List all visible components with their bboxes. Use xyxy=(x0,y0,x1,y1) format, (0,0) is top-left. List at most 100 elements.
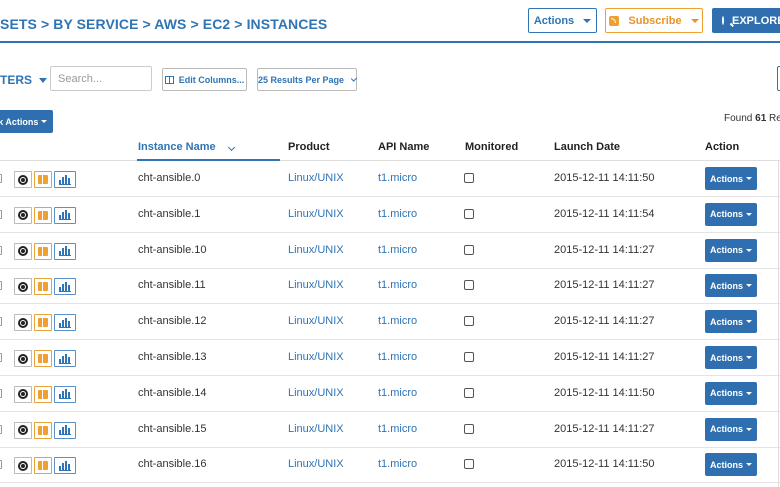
aws-cube-icon-button[interactable] xyxy=(34,457,52,475)
caret-down-icon xyxy=(746,320,752,324)
monitored-checkbox[interactable] xyxy=(464,423,474,434)
target-icon-button[interactable] xyxy=(14,385,32,403)
target-icon-button[interactable] xyxy=(14,171,32,188)
aws-cube-icon-button[interactable] xyxy=(34,242,52,260)
row-icon-group xyxy=(14,421,78,439)
row-actions-button[interactable]: Actions xyxy=(705,238,757,262)
aws-cube-icon-button[interactable] xyxy=(34,278,52,296)
api-name-link[interactable]: t1.micro xyxy=(378,423,417,435)
column-header-launch-date[interactable]: Launch Date xyxy=(554,141,620,153)
bar-chart-icon-button[interactable] xyxy=(54,278,76,296)
row-actions-button[interactable]: Actions xyxy=(705,381,757,405)
actions-label: Actions xyxy=(533,14,575,27)
target-icon-button[interactable] xyxy=(14,350,32,367)
row-icon-group xyxy=(14,314,78,332)
bar-chart-icon-button[interactable] xyxy=(54,314,76,332)
target-icon-button[interactable] xyxy=(14,278,32,296)
bar-chart-icon xyxy=(59,174,71,185)
product-link[interactable]: Linux/UNIX xyxy=(288,315,344,327)
row-select-checkbox[interactable] xyxy=(0,424,2,434)
aws-cube-icon-button[interactable] xyxy=(34,206,52,224)
api-name-link[interactable]: t1.micro xyxy=(378,244,417,256)
aws-cube-icon-button[interactable] xyxy=(34,171,52,188)
row-actions-button[interactable]: Actions xyxy=(705,167,757,190)
bulk-actions-button[interactable]: lk Actions xyxy=(0,110,53,133)
monitored-checkbox[interactable] xyxy=(464,459,474,470)
breadcrumb-item-ec2[interactable]: EC2 xyxy=(203,16,231,32)
row-select-checkbox[interactable] xyxy=(0,174,2,183)
row-select-checkbox[interactable] xyxy=(0,281,2,291)
aws-cube-icon-button[interactable] xyxy=(34,314,52,332)
row-select-checkbox[interactable] xyxy=(0,317,2,327)
caret-down-icon xyxy=(690,18,699,23)
bar-chart-icon-button[interactable] xyxy=(54,350,76,367)
column-header-product[interactable]: Product xyxy=(288,141,330,153)
bar-chart-icon-button[interactable] xyxy=(54,421,76,439)
row-select-checkbox[interactable] xyxy=(0,460,2,470)
target-icon-button[interactable] xyxy=(14,421,32,439)
product-link[interactable]: Linux/UNIX xyxy=(288,279,344,291)
breadcrumb-item-by-service[interactable]: BY SERVICE xyxy=(53,16,138,32)
subscribe-button[interactable]: Subscribe xyxy=(605,8,703,33)
row-actions-button[interactable]: Actions xyxy=(705,202,757,226)
product-link[interactable]: Linux/UNIX xyxy=(288,387,344,399)
bar-chart-icon-button[interactable] xyxy=(54,385,76,403)
row-select-checkbox[interactable] xyxy=(0,353,2,362)
aws-cube-icon-button[interactable] xyxy=(34,350,52,367)
monitored-checkbox[interactable] xyxy=(464,387,474,398)
api-name-link[interactable]: t1.micro xyxy=(378,351,417,363)
explorer-button[interactable]: EXPLORER xyxy=(712,8,780,33)
product-link[interactable]: Linux/UNIX xyxy=(288,423,344,435)
breadcrumb-item-aws[interactable]: AWS xyxy=(154,16,186,32)
aws-cube-icon-button[interactable] xyxy=(34,385,52,403)
monitored-checkbox[interactable] xyxy=(464,208,474,219)
row-actions-button[interactable]: Actions xyxy=(705,417,757,441)
row-actions-button[interactable]: Actions xyxy=(705,346,757,369)
edit-columns-button[interactable]: Edit Columns... xyxy=(162,68,247,91)
monitored-checkbox[interactable] xyxy=(464,173,474,183)
filters-toggle[interactable]: TERS xyxy=(0,73,48,87)
row-select-checkbox[interactable] xyxy=(0,388,2,398)
product-link[interactable]: Linux/UNIX xyxy=(288,244,344,256)
api-name-link[interactable]: t1.micro xyxy=(378,458,417,470)
monitored-checkbox[interactable] xyxy=(464,352,474,362)
monitored-checkbox[interactable] xyxy=(464,244,474,255)
product-link[interactable]: Linux/UNIX xyxy=(288,172,344,184)
bar-chart-icon-button[interactable] xyxy=(54,457,76,475)
api-name-link[interactable]: t1.micro xyxy=(378,315,417,327)
target-icon-button[interactable] xyxy=(14,314,32,332)
breadcrumb-item-assets[interactable]: SETS xyxy=(0,16,37,32)
column-header-instance-name[interactable]: Instance Name xyxy=(138,141,235,153)
bar-chart-icon-button[interactable] xyxy=(54,242,76,260)
product-link[interactable]: Linux/UNIX xyxy=(288,351,344,363)
column-header-api-name[interactable]: API Name xyxy=(378,141,429,153)
target-icon-button[interactable] xyxy=(14,206,32,224)
search-input[interactable] xyxy=(50,66,152,91)
results-per-page-dropdown[interactable]: 25 Results Per Page xyxy=(257,68,358,91)
api-name-link[interactable]: t1.micro xyxy=(378,387,417,399)
instance-name: cht-ansible.10 xyxy=(138,243,207,256)
row-select-checkbox[interactable] xyxy=(0,209,2,219)
row-select-checkbox[interactable] xyxy=(0,245,2,255)
bar-chart-icon-button[interactable] xyxy=(54,206,76,224)
aws-cube-icon-button[interactable] xyxy=(34,421,52,439)
target-icon-button[interactable] xyxy=(14,457,32,475)
product-link[interactable]: Linux/UNIX xyxy=(288,458,344,470)
column-header-monitored[interactable]: Monitored xyxy=(465,141,518,153)
api-name-link[interactable]: t1.micro xyxy=(378,208,417,220)
instance-name: cht-ansible.16 xyxy=(138,458,207,471)
api-name-link[interactable]: t1.micro xyxy=(378,279,417,291)
caret-down-icon xyxy=(41,120,48,123)
row-actions-button[interactable]: Actions xyxy=(705,274,757,298)
bar-chart-icon-button[interactable] xyxy=(54,171,76,188)
target-icon-button[interactable] xyxy=(14,242,32,260)
product-link[interactable]: Linux/UNIX xyxy=(288,208,344,220)
breadcrumb-item-instances: INSTANCES xyxy=(246,16,328,32)
instance-name: cht-ansible.1 xyxy=(138,207,201,220)
row-actions-button[interactable]: Actions xyxy=(705,453,757,477)
monitored-checkbox[interactable] xyxy=(464,316,474,327)
row-actions-button[interactable]: Actions xyxy=(705,310,757,334)
monitored-checkbox[interactable] xyxy=(464,280,474,291)
api-name-link[interactable]: t1.micro xyxy=(378,172,417,184)
actions-dropdown-button[interactable]: Actions xyxy=(528,8,597,33)
